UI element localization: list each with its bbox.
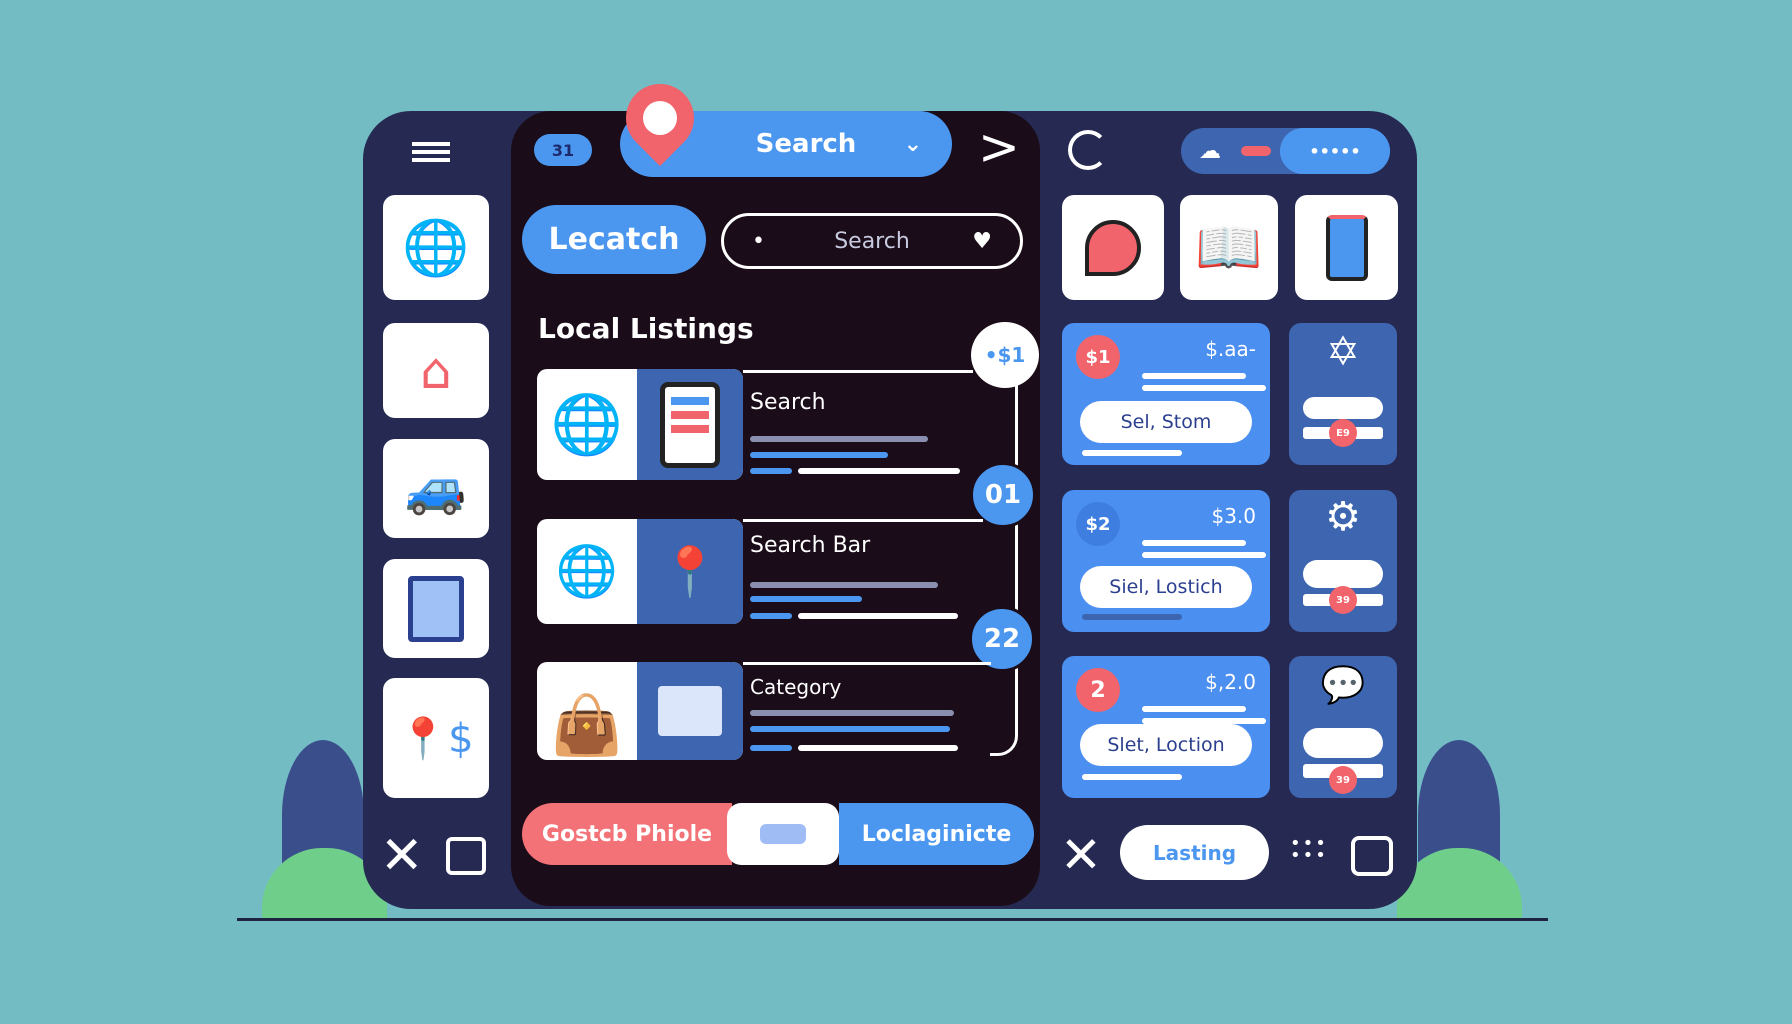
settings-card-star[interactable]: ✡ E9 [1289,323,1397,465]
phone-list-icon [660,381,720,468]
listing-title: Search [750,390,826,415]
coral-action-button[interactable]: Gostcb Phiole [522,803,732,865]
price-card-price: $3.0 [1211,504,1256,528]
car-icon: 🚙 [404,459,468,517]
chevron-right-icon[interactable]: > [978,118,1020,176]
hamburger-menu-icon[interactable] [412,142,450,162]
small-badge: 39 [1329,766,1357,794]
section-title: Local Listings [538,312,754,345]
vehicle-toggle[interactable] [727,803,839,865]
chevron-down-icon: ⌄ [903,131,922,157]
cloud-icon: ☁ [1199,138,1221,164]
listing-item[interactable]: 🌐 📍 [537,519,743,624]
globe-cart-icon: 🌐 [550,390,624,458]
sidebar-item-car[interactable]: 🚙 [383,439,489,538]
search-dropdown-label: Search [755,129,857,159]
heart-chevron-icon: ♥ [972,228,992,254]
price-card-button[interactable]: Slet, Loction [1080,724,1252,766]
chat-icon: 💬 [1320,665,1366,706]
price-card-price: $.aa- [1205,337,1256,361]
search-input-placeholder: Search [834,228,910,254]
shopping-bag-icon: 👜 [550,691,624,759]
chat-tile[interactable] [1062,195,1164,300]
book-tile[interactable]: 📖 [1180,195,1278,300]
search-input[interactable]: • Search ♥ [721,213,1023,269]
price-card-button[interactable]: Sel, Stom [1080,401,1252,443]
map-pin-route-icon: 📍 [637,519,743,624]
square-icon[interactable] [1351,836,1393,876]
price-card-badge: $2 [1076,502,1120,546]
ground-line [237,918,1548,921]
house-icon: ⌂ [420,341,452,400]
sidebar-item-home[interactable]: ⌂ [383,323,489,418]
lasting-button[interactable]: Lasting [1120,825,1269,880]
price-card-price: $,2.0 [1205,670,1256,694]
vehicle-icon [760,824,806,844]
refresh-icon[interactable] [1068,130,1108,170]
square-icon[interactable] [446,837,486,875]
phone-tap-icon [1325,214,1368,281]
book-icon: 📖 [1195,215,1263,279]
listing-item[interactable]: 👜 [537,662,743,760]
settings-card-gear[interactable]: ⚙ 39 [1289,490,1397,632]
lecatch-button[interactable]: Lecatch [522,205,706,274]
envelope-icon [637,662,743,760]
count-badge: 31 [534,134,592,166]
star-badge-icon: ✡ [1326,329,1360,375]
sidebar-item-location-price[interactable]: 📍$ [383,678,489,798]
phone-tap-tile[interactable] [1295,195,1398,300]
sidebar-item-globe[interactable]: 🌐 [383,195,489,300]
small-badge: 39 [1329,586,1357,614]
chat-bubble-icon [1085,219,1141,276]
price-card[interactable]: 2 $,2.0 Slet, Loction [1062,656,1270,798]
listing-title: Search Bar [750,533,871,558]
sidebar-item-tablet[interactable] [383,559,489,658]
listing-connector [990,370,1018,756]
small-badge: E9 [1329,419,1357,447]
settings-card-chat[interactable]: 💬 39 [1289,656,1397,798]
price-card-badge: $1 [1076,335,1120,379]
price-card[interactable]: $2 $3.0 Siel, Lostich [1062,490,1270,632]
globe-icon: 🌐 [555,542,619,600]
close-icon[interactable]: ✕ [380,830,424,882]
grid-dots-icon[interactable]: ••• ••• [1290,835,1328,865]
blue-action-button[interactable]: Loclaginicte [839,803,1034,865]
toggle-switch[interactable]: ☁ ••••• [1181,128,1390,174]
price-card-badge: 2 [1076,668,1120,712]
price-card[interactable]: $1 $.aa- Sel, Stom [1062,323,1270,465]
close-icon[interactable]: ✕ [1060,830,1102,880]
globe-icon: 🌐 [402,215,470,279]
location-dollar-icon: 📍$ [398,715,474,762]
listing-item[interactable]: 🌐 [537,369,743,480]
tablet-icon [408,575,464,642]
listing-title: Category [750,675,842,699]
price-card-button[interactable]: Siel, Lostich [1080,566,1252,608]
gear-icon: ⚙ [1325,494,1361,540]
more-dots-icon: ••••• [1280,128,1390,174]
